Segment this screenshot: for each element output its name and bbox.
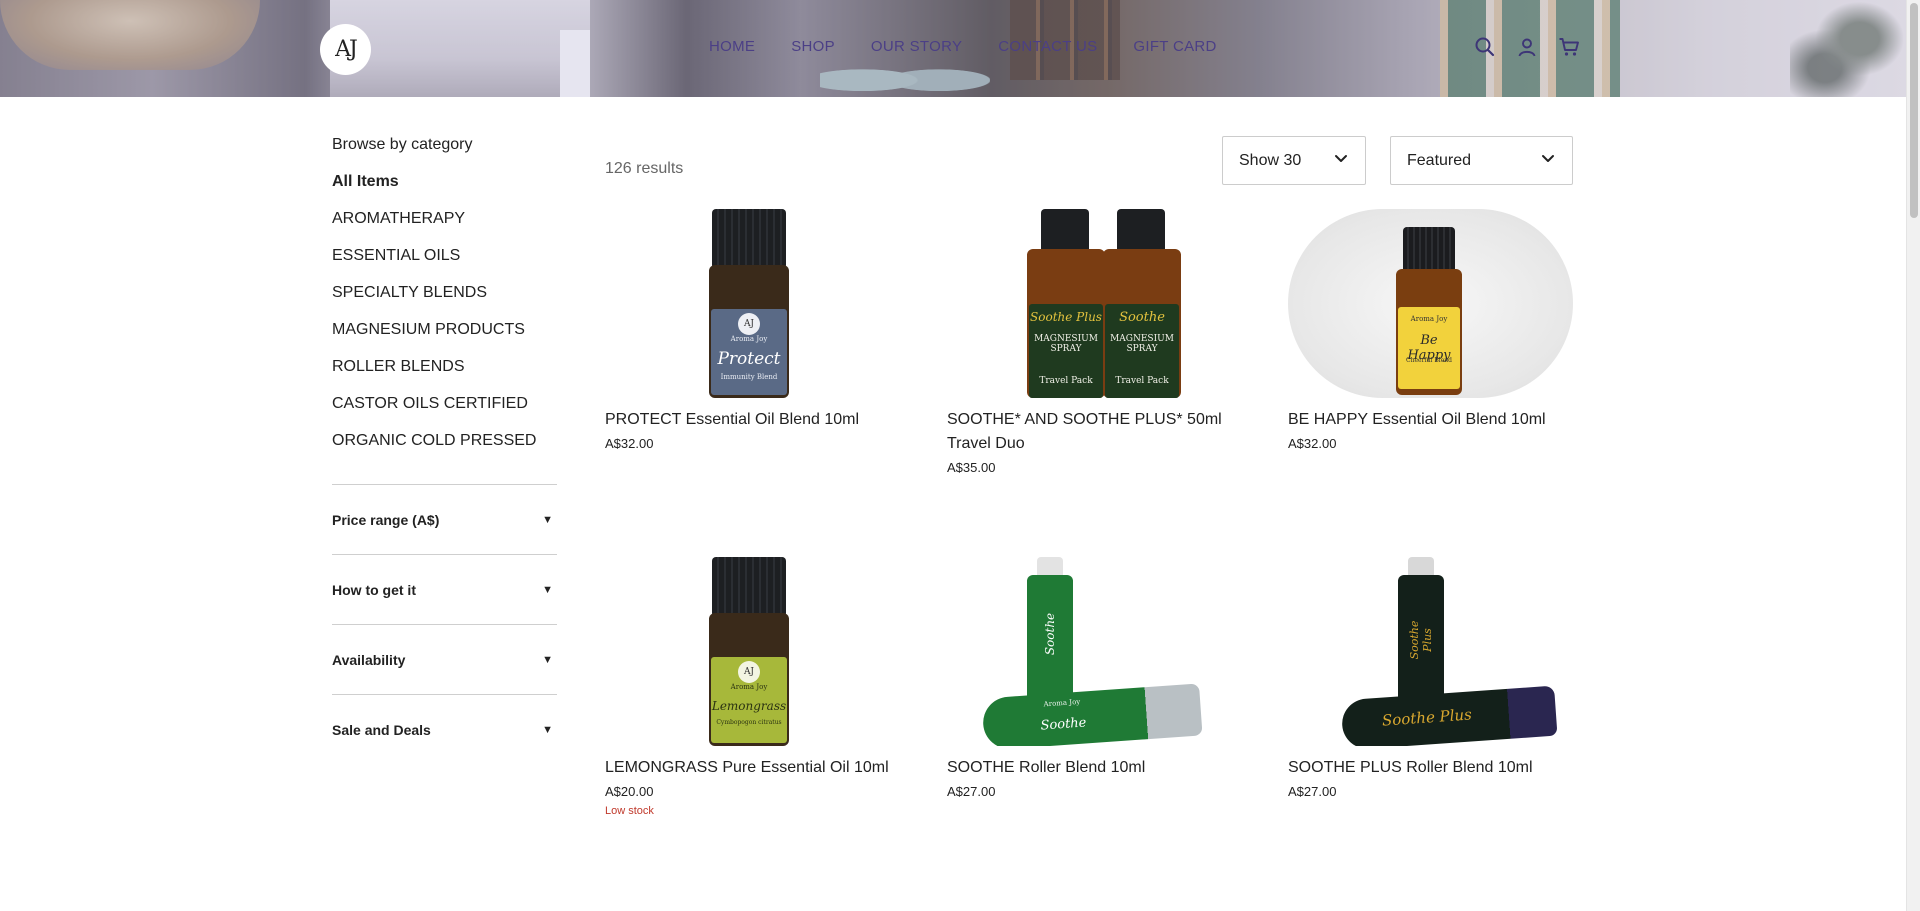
filter-how-to-get-it[interactable]: How to get it ▼ <box>332 554 557 624</box>
nav-our-story[interactable]: OUR STORY <box>871 38 962 55</box>
search-icon[interactable] <box>1474 36 1496 58</box>
roller-bottle-image: Aroma Joy Soothe <box>981 683 1203 746</box>
nav-home[interactable]: HOME <box>709 38 755 55</box>
product-card-partial[interactable] <box>1288 899 1573 911</box>
product-name[interactable]: SOOTHE Roller Blend 10ml <box>947 756 1232 780</box>
chevron-down-icon <box>1333 150 1349 171</box>
product-name[interactable]: SOOTHE PLUS Roller Blend 10ml <box>1288 756 1573 780</box>
product-card[interactable]: Soothe Plus Soothe Plus SOOTHE PLUS Roll… <box>1288 557 1573 799</box>
product-price: A$20.00 <box>605 784 654 799</box>
product-card[interactable]: Aroma Joy Be Happy Cheerful Blend BE HAP… <box>1288 209 1573 451</box>
product-card-partial[interactable] <box>947 899 1232 911</box>
filter-availability[interactable]: Availability ▼ <box>332 624 557 694</box>
product-card[interactable]: AJ Aroma Joy Protect Immunity Blend PROT… <box>605 209 890 451</box>
account-icon[interactable] <box>1516 36 1538 58</box>
bottle-image: AJ Aroma Joy Lemongrass Cymbopogon citra… <box>709 557 789 746</box>
product-image[interactable]: Soothe Aroma Joy Soothe <box>947 557 1232 746</box>
cart-icon[interactable] <box>1558 36 1580 58</box>
product-card-partial[interactable] <box>605 899 890 911</box>
roller-bottle-image: Soothe <box>1027 557 1073 707</box>
filter-price-range[interactable]: Price range (A$) ▼ <box>332 484 557 554</box>
product-image[interactable]: Soothe Plus MAGNESIUM SPRAY Travel Pack … <box>947 209 1232 398</box>
header-actions <box>1474 36 1580 58</box>
product-name[interactable]: LEMONGRASS Pure Essential Oil 10ml <box>605 756 890 780</box>
product-price: A$32.00 <box>605 436 654 451</box>
product-card[interactable]: Soothe Plus MAGNESIUM SPRAY Travel Pack … <box>947 209 1232 475</box>
caret-down-icon: ▼ <box>542 583 553 596</box>
caret-down-icon: ▼ <box>542 513 553 526</box>
stock-badge: Low stock <box>605 805 654 817</box>
roller-bottle-image: Soothe Plus <box>1398 557 1444 707</box>
product-card[interactable]: AJ Aroma Joy Lemongrass Cymbopogon citra… <box>605 557 890 817</box>
product-card[interactable]: Soothe Aroma Joy Soothe SOOTHE Roller Bl… <box>947 557 1232 799</box>
product-name[interactable]: PROTECT Essential Oil Blend 10ml <box>605 408 890 432</box>
filter-label: Price range (A$) <box>332 511 440 528</box>
bottle-label: AJ Aroma Joy Lemongrass Cymbopogon citra… <box>711 657 787 743</box>
product-image[interactable]: AJ Aroma Joy Lemongrass Cymbopogon citra… <box>605 557 890 746</box>
show-select-value: Show 30 <box>1239 151 1302 169</box>
bottle-label: Soothe Plus MAGNESIUM SPRAY Travel Pack <box>1029 304 1103 398</box>
nav-gift-card[interactable]: GIFT CARD <box>1133 38 1216 55</box>
roller-bottle-image: Soothe Plus <box>1340 685 1558 746</box>
browse-title: Browse by category <box>332 136 473 153</box>
site-logo[interactable]: AJ <box>320 24 371 75</box>
bottle-image: Aroma Joy Be Happy Cheerful Blend <box>1396 227 1462 395</box>
product-price: A$32.00 <box>1288 436 1337 451</box>
filter-panel: Price range (A$) ▼ How to get it ▼ Avail… <box>332 484 557 764</box>
bottle-label: Aroma Joy Be Happy Cheerful Blend <box>1398 307 1460 389</box>
caret-down-icon: ▼ <box>542 723 553 736</box>
product-price: A$35.00 <box>947 460 996 475</box>
product-name[interactable]: BE HAPPY Essential Oil Blend 10ml <box>1288 408 1573 432</box>
filter-label: Sale and Deals <box>332 721 431 738</box>
nav-contact-us[interactable]: CONTACT US <box>998 38 1097 55</box>
filter-label: How to get it <box>332 581 416 598</box>
results-count: 126 results <box>605 160 684 177</box>
bottle-image: AJ Aroma Joy Protect Immunity Blend <box>709 209 789 398</box>
sort-select-value: Featured <box>1407 151 1472 169</box>
show-per-page-select[interactable]: Show 30 <box>1222 136 1366 185</box>
page-scrollbar[interactable] <box>1906 0 1920 911</box>
category-essential-oils[interactable]: ESSENTIAL OILS <box>332 246 557 283</box>
main-nav: HOME SHOP OUR STORY CONTACT US GIFT CARD <box>709 38 1217 55</box>
category-organic-cold-pressed[interactable]: ORGANIC COLD PRESSED <box>332 431 557 468</box>
category-sidebar: Browse by category All Items AROMATHERAP… <box>332 136 557 738</box>
bottle-image: Soothe MAGNESIUM SPRAY Travel Pack <box>1103 209 1181 398</box>
filter-label: Availability <box>332 651 406 668</box>
product-image[interactable]: Aroma Joy Be Happy Cheerful Blend <box>1288 209 1573 398</box>
category-roller-blends[interactable]: ROLLER BLENDS <box>332 357 557 394</box>
chevron-down-icon <box>1540 150 1556 171</box>
product-price: A$27.00 <box>1288 784 1337 799</box>
category-aromatherapy[interactable]: AROMATHERAPY <box>332 209 557 246</box>
logo-text: AJ <box>335 37 358 62</box>
category-list: All Items AROMATHERAPY ESSENTIAL OILS SP… <box>332 172 557 468</box>
product-image[interactable]: Soothe Plus Soothe Plus <box>1288 557 1573 746</box>
category-castor-oils-certified[interactable]: CASTOR OILS CERTIFIED <box>332 394 557 431</box>
bottle-label: Soothe MAGNESIUM SPRAY Travel Pack <box>1105 304 1179 398</box>
caret-down-icon: ▼ <box>542 653 553 666</box>
category-magnesium-products[interactable]: MAGNESIUM PRODUCTS <box>332 320 557 357</box>
product-image[interactable]: AJ Aroma Joy Protect Immunity Blend <box>605 209 890 398</box>
product-price: A$27.00 <box>947 784 996 799</box>
filter-sale-and-deals[interactable]: Sale and Deals ▼ <box>332 694 557 764</box>
scrollbar-thumb[interactable] <box>1910 3 1918 218</box>
bottle-label: AJ Aroma Joy Protect Immunity Blend <box>711 309 787 395</box>
sort-select[interactable]: Featured <box>1390 136 1573 185</box>
nav-shop[interactable]: SHOP <box>791 38 835 55</box>
bottle-image: Soothe Plus MAGNESIUM SPRAY Travel Pack <box>1027 209 1105 398</box>
category-all-items[interactable]: All Items <box>332 172 557 209</box>
category-specialty-blends[interactable]: SPECIALTY BLENDS <box>332 283 557 320</box>
product-name[interactable]: SOOTHE* AND SOOTHE PLUS* 50ml Travel Duo <box>947 408 1232 456</box>
